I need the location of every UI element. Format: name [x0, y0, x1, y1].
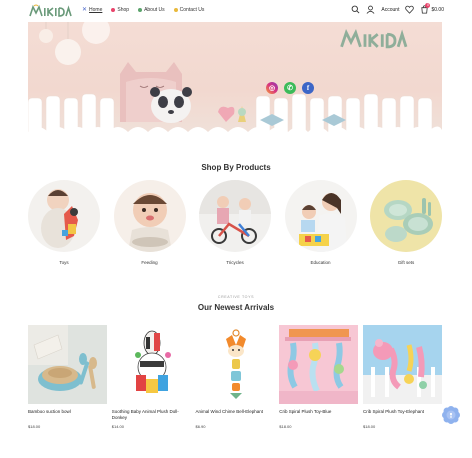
product-name[interactable]: Animal Wind Chime Bell-Elephant: [196, 409, 275, 422]
search-icon[interactable]: [351, 5, 360, 14]
nav-about-label: About Us: [144, 7, 165, 13]
product-price: $18.00: [279, 424, 292, 429]
header-actions: Account 0 $0.00: [351, 3, 444, 14]
product-grid: Bamboo suction bowl $18.00 Soothing Baby…: [28, 325, 442, 429]
newest-arrivals-title: Our Newest Arrivals: [197, 303, 275, 312]
category-list: Toys Feeding Tricycles Education Gift se…: [28, 180, 442, 265]
product-name[interactable]: Crib Spiral Plush Toy-Elephant: [363, 409, 442, 422]
hero-banner[interactable]: ◎ ✆ f: [28, 22, 442, 146]
product-card[interactable]: Crib Spiral Plush Toy-Blue $18.00: [279, 325, 359, 429]
category-label: Feeding: [141, 260, 158, 265]
nav-about[interactable]: About Us: [138, 7, 165, 13]
cart-total: $0.00: [431, 6, 444, 13]
nav-dot-icon: [138, 8, 143, 12]
product-card[interactable]: Soothing Baby Animal Plush Doll- Donkey …: [111, 325, 191, 429]
category-image: [199, 180, 271, 252]
category-image: [284, 180, 357, 252]
shop-by-products-title: Shop By Products: [201, 163, 271, 172]
nav-dot-icon: [111, 8, 116, 12]
product-image: [28, 325, 107, 404]
category-feeding[interactable]: Feeding: [113, 180, 186, 265]
nav-dot-icon: [173, 8, 178, 12]
instagram-icon[interactable]: ◎: [266, 82, 278, 94]
nav-home[interactable]: ✕ Home: [82, 6, 103, 14]
category-gift-sets[interactable]: Gift sets: [370, 180, 442, 265]
category-label: Tricycles: [226, 260, 244, 265]
category-image: [370, 180, 442, 252]
product-image: [363, 325, 442, 404]
nav-contact[interactable]: Contact Us: [173, 7, 205, 13]
nav-home-label: Home: [89, 7, 103, 13]
category-label: Toys: [59, 260, 69, 265]
user-icon[interactable]: [366, 5, 375, 14]
category-label: Education: [310, 260, 331, 265]
product-image: [279, 325, 359, 404]
category-tricycles[interactable]: Tricycles: [199, 180, 271, 265]
brand-logo[interactable]: [28, 4, 72, 18]
product-price: $14.00: [111, 424, 124, 429]
product-card[interactable]: Animal Wind Chime Bell-Elephant $6.90: [195, 325, 275, 429]
whatsapp-icon[interactable]: ✆: [284, 82, 296, 94]
product-name[interactable]: Crib Spiral Plush Toy-Blue: [279, 409, 358, 422]
product-price: $18.00: [28, 424, 41, 429]
site-header: ✕ Home Shop About Us Contact Us Account: [0, 0, 472, 22]
cart-count-badge: 0: [425, 3, 431, 8]
heart-icon[interactable]: [405, 5, 415, 14]
facebook-icon[interactable]: f: [302, 82, 314, 94]
hero-logo: [340, 29, 408, 49]
chat-flower-icon: [442, 406, 460, 424]
category-image: [28, 180, 100, 252]
product-card[interactable]: Crib Spiral Plush Toy-Elephant $18.00: [363, 325, 442, 429]
product-name[interactable]: Bamboo suction bowl: [28, 409, 107, 422]
newest-subtitle: CREATIVE TOYS: [217, 295, 255, 299]
nav-contact-label: Contact Us: [179, 7, 205, 13]
product-name[interactable]: Soothing Baby Animal Plush Doll- Donkey: [112, 409, 191, 422]
product-image: [111, 325, 191, 404]
social-links: ◎ ✆ f: [266, 82, 314, 94]
category-image: [113, 180, 186, 252]
product-card[interactable]: Bamboo suction bowl $18.00: [28, 325, 107, 429]
nav-shop[interactable]: Shop: [111, 7, 129, 13]
nav-shop-label: Shop: [117, 7, 130, 13]
category-education[interactable]: Education: [284, 180, 357, 265]
product-price: $18.00: [363, 424, 376, 429]
product-price: $6.90: [195, 424, 206, 429]
hero-brand: [330, 28, 416, 55]
chat-button[interactable]: [442, 406, 460, 424]
close-x-icon: ✕: [82, 6, 88, 13]
category-toys[interactable]: Toys: [28, 180, 100, 265]
product-image: [195, 325, 275, 404]
main-nav: ✕ Home Shop About Us Contact Us: [82, 6, 205, 14]
account-link[interactable]: Account: [381, 7, 399, 13]
cart-button[interactable]: 0 $0.00: [420, 3, 444, 14]
category-label: Gift sets: [397, 260, 415, 265]
